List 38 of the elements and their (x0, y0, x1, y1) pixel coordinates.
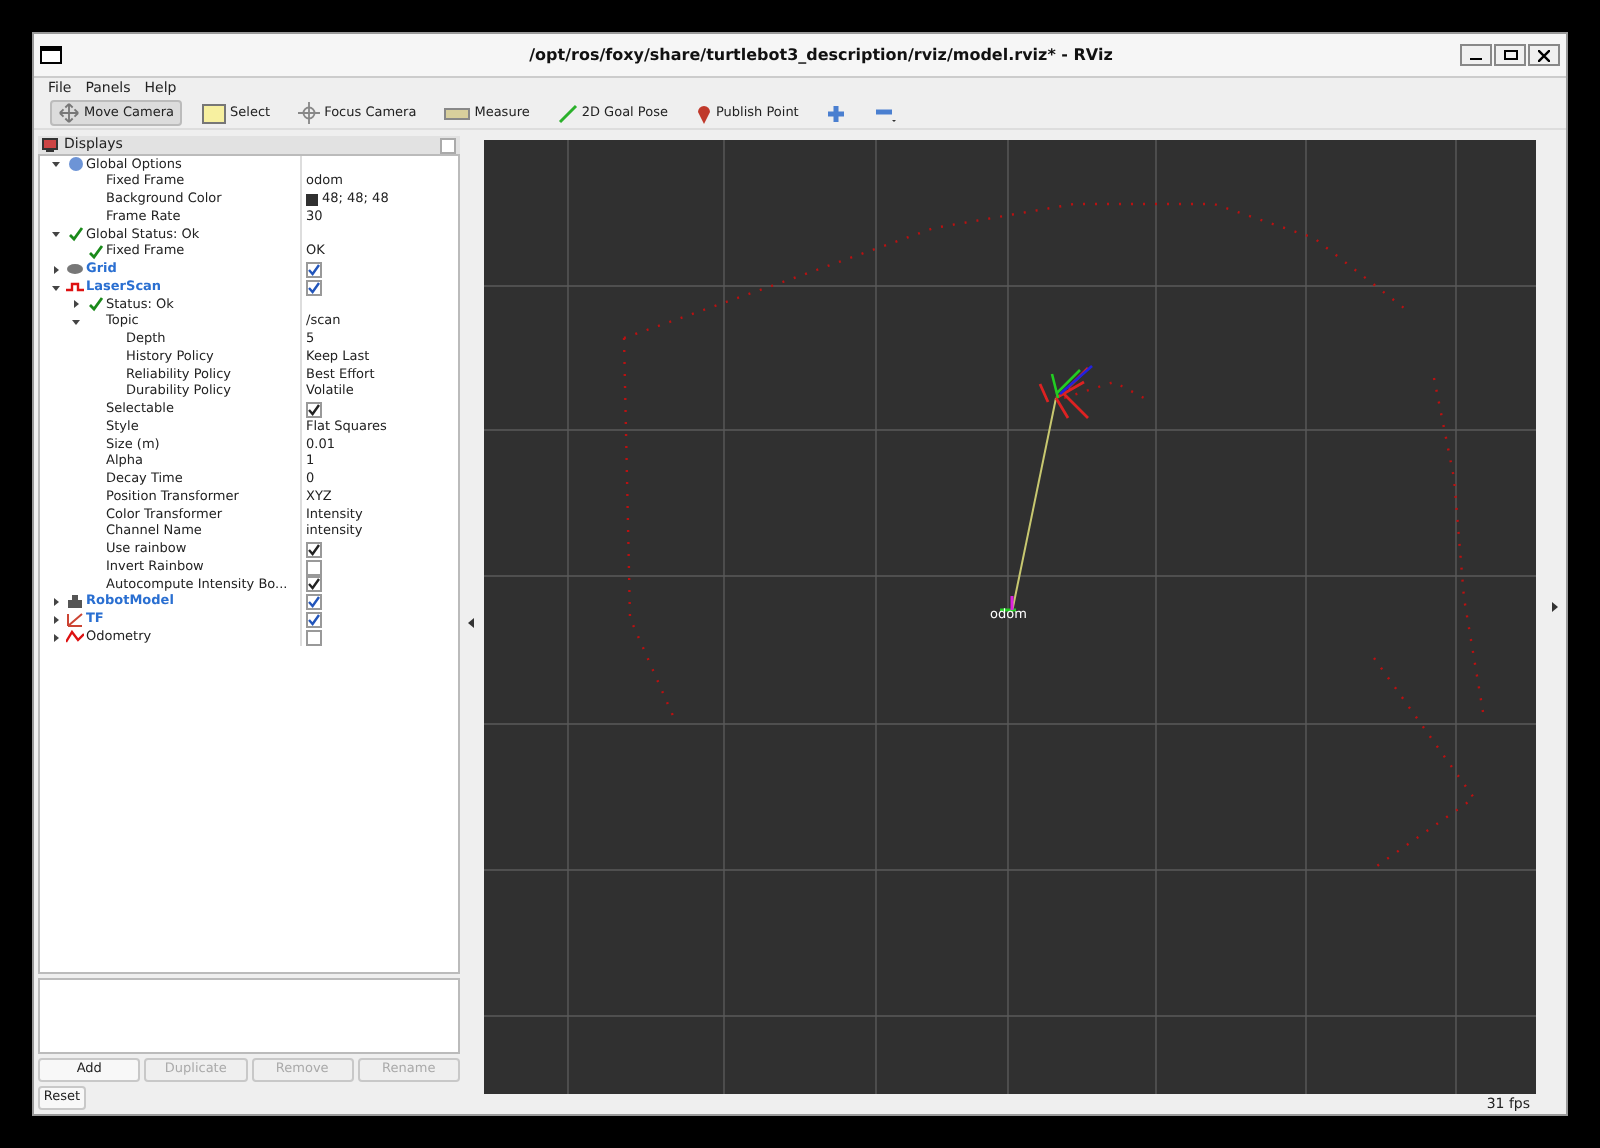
laser-wave-icon (66, 280, 84, 295)
expand-arrow-icon[interactable] (52, 265, 60, 274)
expand-arrow-icon[interactable] (52, 615, 60, 624)
close-icon (1538, 49, 1550, 61)
checkbox[interactable] (306, 261, 322, 278)
monitor-icon (42, 138, 58, 152)
expand-arrow-icon[interactable] (52, 598, 60, 607)
axes-icon (66, 611, 84, 628)
minimize-button[interactable] (1460, 44, 1492, 66)
robot-icon (66, 594, 84, 611)
ruler-icon (444, 107, 471, 119)
checkbox[interactable] (306, 611, 322, 628)
expand-arrow-icon[interactable] (52, 633, 60, 642)
collapse-right-icon[interactable] (1550, 602, 1558, 612)
move-icon (58, 102, 80, 124)
checkbox[interactable] (306, 559, 322, 576)
maximize-button[interactable] (1494, 44, 1526, 66)
window-menu-icon[interactable] (40, 46, 62, 64)
collapse-arrow-icon[interactable] (72, 318, 80, 327)
checkbox[interactable] (306, 594, 322, 611)
window-title: /opt/ros/foxy/share/turtlebot3_description/rviz/model.rviz* - RViz (527, 43, 1115, 67)
selection-box-icon (202, 103, 227, 123)
checkbox[interactable] (306, 576, 322, 593)
close-button[interactable] (1528, 44, 1560, 66)
collapse-arrow-icon[interactable] (52, 160, 60, 169)
crosshair-icon (298, 102, 321, 124)
plus-icon (826, 103, 847, 123)
checkbox[interactable] (306, 541, 322, 558)
checkbox[interactable] (306, 401, 322, 418)
collapse-arrow-icon[interactable] (52, 283, 60, 292)
checkbox[interactable] (306, 629, 322, 646)
collapse-arrow-icon[interactable] (52, 230, 60, 239)
grid-icon (66, 262, 84, 277)
collapse-left-icon[interactable] (468, 617, 476, 627)
check-icon (87, 296, 103, 313)
checkbox[interactable] (306, 279, 322, 296)
map-pin-icon (695, 102, 712, 124)
expand-arrow-icon[interactable] (72, 300, 80, 309)
